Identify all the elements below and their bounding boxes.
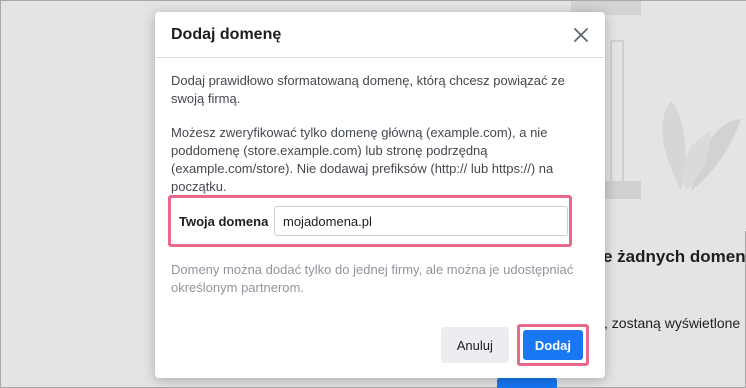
dialog-title: Dodaj domenę <box>171 25 282 43</box>
submit-button-highlight: Dodaj <box>516 324 589 366</box>
close-icon <box>574 27 588 42</box>
close-button[interactable] <box>569 23 593 47</box>
dialog-body: Dodaj prawidłowo sformatowaną domenę, kt… <box>155 72 605 196</box>
dialog-header: Dodaj domenę <box>155 12 605 58</box>
dialog-footer: Anuluj Dodaj <box>440 324 589 366</box>
description-text: Dodaj prawidłowo sformatowaną domenę, kt… <box>171 73 565 106</box>
hint-text: Domeny można dodać tylko do jednej firmy… <box>171 262 574 295</box>
background-text: , zostaną wyświetlone <box>604 315 741 331</box>
verification-note: Możesz zweryfikować tylko domenę główną … <box>171 125 554 194</box>
background-button <box>497 377 557 388</box>
domain-field-row: Twoja domena <box>168 195 572 247</box>
background-heading: e żadnych domen. <box>603 247 746 266</box>
cancel-button[interactable]: Anuluj <box>440 327 509 363</box>
add-domain-dialog: Dodaj domenę Dodaj prawidłowo sformatowa… <box>155 12 605 378</box>
domain-input[interactable] <box>274 206 568 236</box>
add-button[interactable]: Dodaj <box>522 330 583 360</box>
domain-field-label: Twoja domena <box>179 213 269 229</box>
